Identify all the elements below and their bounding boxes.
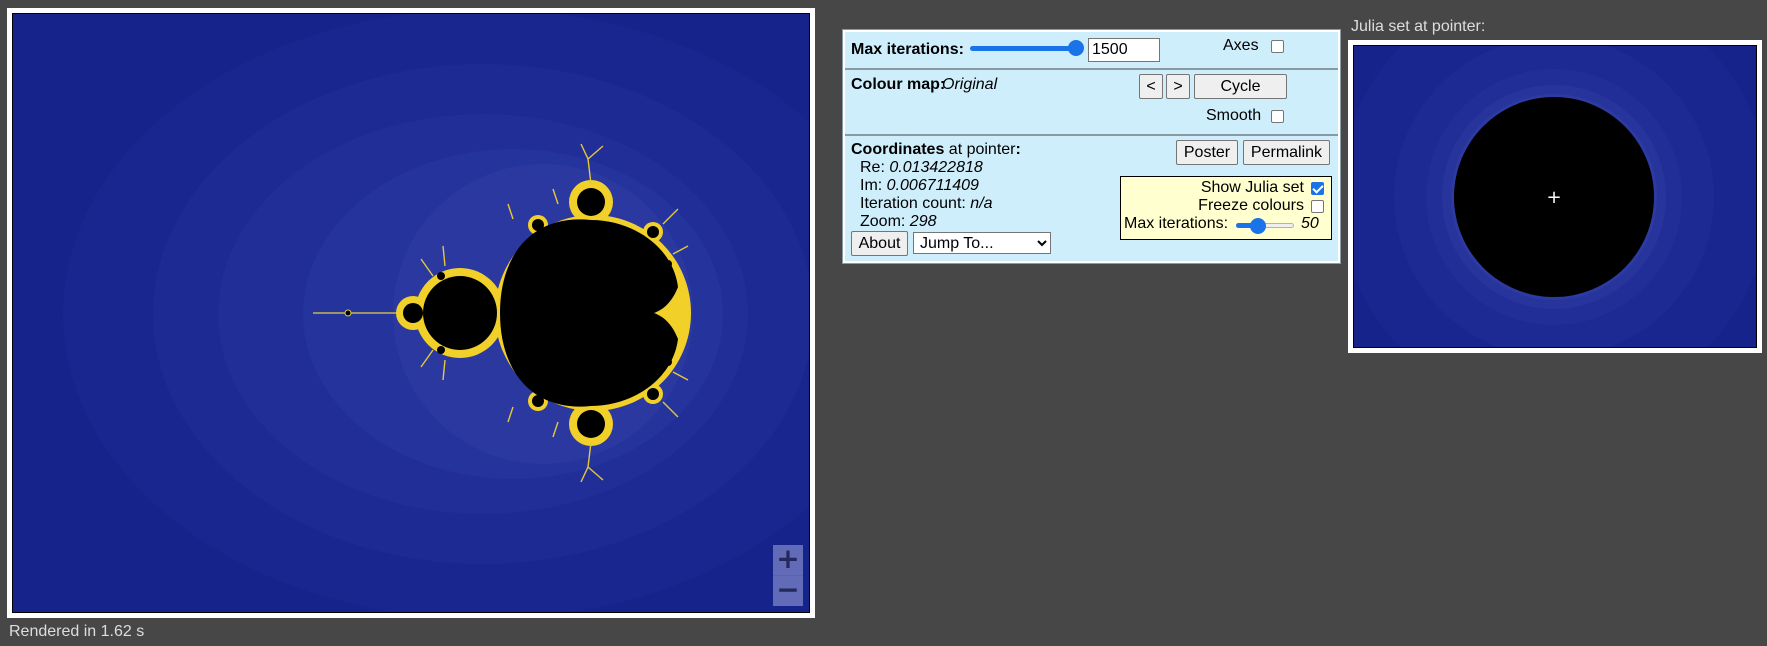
julia-image: + [1354,46,1756,347]
next-colour-button[interactable]: > [1166,74,1190,99]
jump-to-select[interactable]: Jump To... [913,232,1051,254]
axes-checkbox[interactable] [1271,40,1284,53]
about-button[interactable]: About [851,231,908,256]
im-value: 0.006711409 [886,177,979,194]
show-julia-label: Show Julia set [1200,179,1304,196]
re-readout: Re: 0.013422818 [860,159,983,176]
max-iterations-slider[interactable] [970,38,1084,58]
zoom-in-button[interactable]: + [773,545,803,576]
show-julia-checkbox[interactable] [1311,182,1324,195]
colour-map-label: Colour map: [851,76,946,93]
colour-map-value: Original [942,76,998,93]
mandelbrot-frame: + − [7,8,815,618]
render-status: Rendered in 1.62 s [9,623,145,640]
slider-thumb[interactable] [1068,40,1084,56]
cycle-button[interactable]: Cycle [1194,74,1287,99]
julia-max-iterations-value: 50 [1301,215,1319,232]
smooth-label: Smooth [1206,107,1262,124]
slider-thumb[interactable] [1250,218,1266,234]
zoom-out-button[interactable]: − [773,576,803,606]
permalink-button[interactable]: Permalink [1243,140,1330,165]
colour-map-section: Colour map: Original < > Cycle Smooth [845,70,1338,136]
prev-colour-button[interactable]: < [1139,74,1163,99]
max-iterations-input[interactable] [1088,38,1160,62]
mandelbrot-image [13,14,809,612]
julia-max-iterations-label: Max iterations: [1124,215,1229,232]
julia-canvas: + [1353,45,1757,348]
re-value: 0.013422818 [889,159,983,176]
julia-frame: + [1348,40,1762,353]
zoom-controls: + − [773,545,803,606]
smooth-checkbox[interactable] [1271,110,1284,123]
poster-button[interactable]: Poster [1176,140,1238,165]
freeze-colours-label: Freeze colours [1198,197,1304,214]
julia-title: Julia set at pointer: [1351,18,1486,35]
coordinates-heading: Coordinates at pointer: [851,141,1021,158]
zoom-value: 298 [909,213,937,230]
julia-options-box: Show Julia set Freeze colours Max iterat… [1120,176,1332,240]
iteration-count-readout: Iteration count: n/a [860,195,993,212]
max-iterations-label: Max iterations: [851,41,964,58]
zoom-readout: Zoom: 298 [860,213,937,230]
crosshair-icon: + [1546,187,1561,208]
mandelbrot-canvas[interactable] [12,13,810,613]
freeze-colours-checkbox[interactable] [1311,200,1324,213]
im-readout: Im: 0.006711409 [860,177,979,194]
julia-max-iterations-slider[interactable] [1236,217,1294,235]
control-panel: Max iterations: Axes Colour map: Origina… [842,29,1341,264]
iteration-count-value: n/a [970,195,993,212]
axes-label: Axes [1223,37,1259,54]
iterations-section: Max iterations: Axes [845,32,1338,70]
slider-fill [970,46,1077,51]
